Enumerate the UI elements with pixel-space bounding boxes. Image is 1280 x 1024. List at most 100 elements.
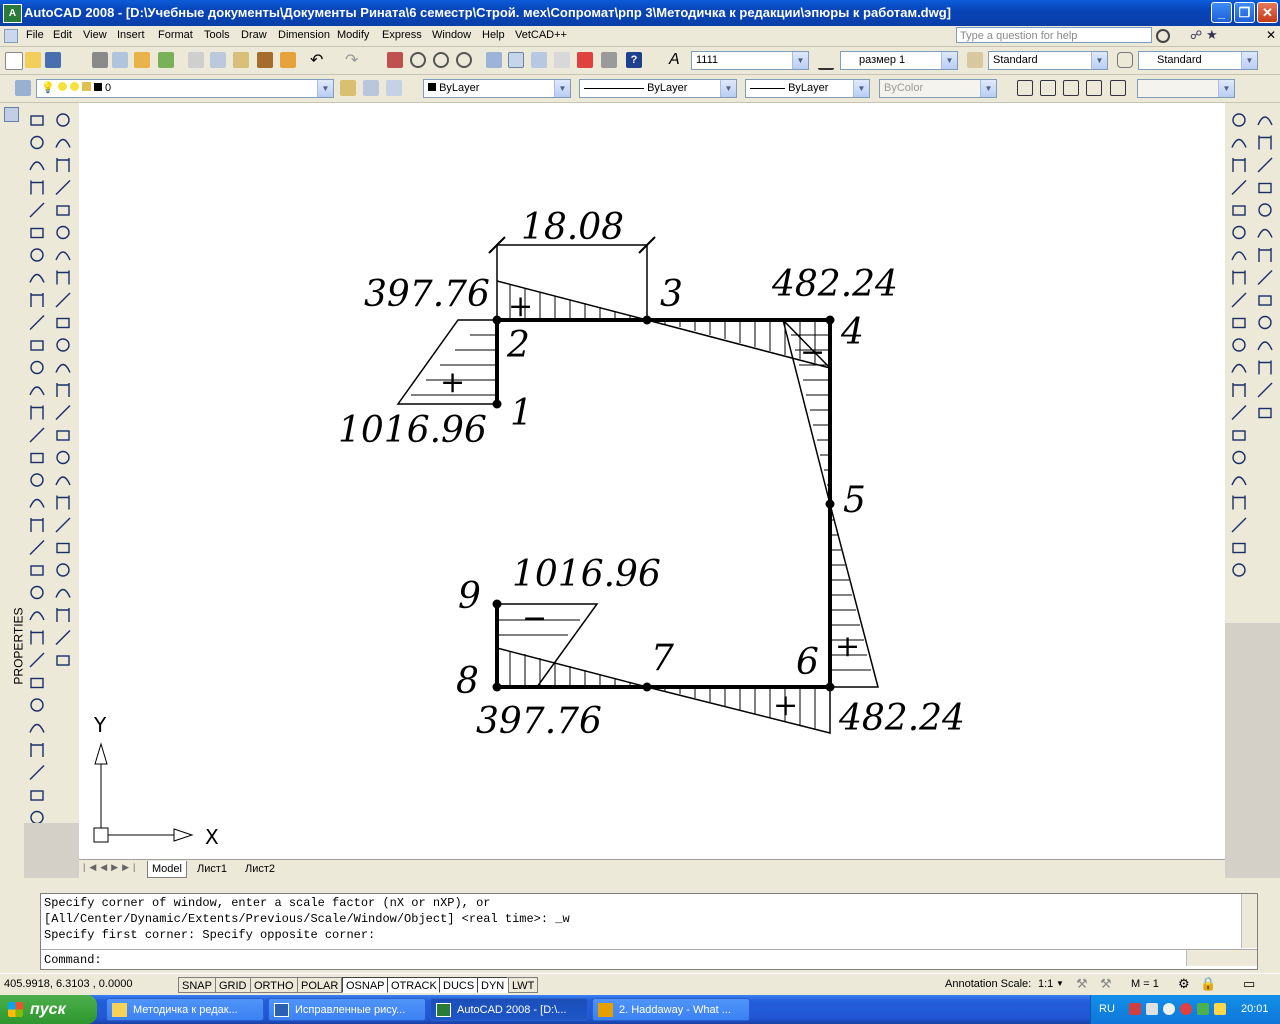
opera-icon[interactable] xyxy=(1180,1003,1192,1015)
otrack-toggle[interactable]: OTRACK xyxy=(387,977,441,993)
palette-icon[interactable] xyxy=(4,107,19,122)
command-window[interactable]: Specify corner of window, enter a scale … xyxy=(40,893,1258,970)
chevron-down-icon[interactable]: ▼ xyxy=(554,80,570,97)
ucs-icon[interactable] xyxy=(1257,382,1273,398)
chevron-down-icon[interactable]: ▼ xyxy=(1218,80,1234,97)
dim-aligned-icon[interactable] xyxy=(30,677,44,689)
ucs-view-icon[interactable] xyxy=(1258,360,1272,375)
zoom-realtime-icon[interactable] xyxy=(410,52,426,68)
chevron-down-icon[interactable]: ▼ xyxy=(720,80,736,97)
polygonal-viewport-icon[interactable] xyxy=(1063,80,1079,96)
viewport-freeze-icon[interactable] xyxy=(69,82,79,91)
arc-icon[interactable] xyxy=(56,225,70,240)
properties-palette-strip[interactable]: PROPERTIES xyxy=(0,103,26,883)
zoom-window-icon[interactable] xyxy=(433,52,449,68)
copy-object-icon[interactable] xyxy=(1232,495,1246,510)
lock-icon[interactable]: 🔒 xyxy=(1200,976,1216,992)
offset-icon[interactable] xyxy=(1232,542,1246,554)
ucs-view-icon[interactable] xyxy=(1257,228,1273,238)
tab-sheet2[interactable]: Лист2 xyxy=(241,861,279,877)
command-prompt[interactable]: Command: xyxy=(44,953,102,967)
dim-diameter-icon[interactable] xyxy=(30,585,44,600)
cloud-icon[interactable] xyxy=(56,270,70,285)
menu-draw[interactable]: Draw xyxy=(241,29,267,41)
dim-style-icon[interactable] xyxy=(818,52,834,70)
copy-icon[interactable] xyxy=(210,52,226,68)
chevron-down-icon[interactable]: ▼ xyxy=(1056,979,1064,988)
menu-dimension[interactable]: Dimension xyxy=(278,29,330,41)
ucs-world-icon[interactable] xyxy=(1258,135,1272,150)
erase-icon[interactable] xyxy=(1231,476,1247,486)
dim-angular-icon[interactable] xyxy=(29,611,45,621)
block-editor-icon[interactable] xyxy=(280,52,296,68)
task-autocad[interactable]: AutoCAD 2008 - [D:\... xyxy=(430,998,588,1021)
m-value[interactable]: M = 1 xyxy=(1131,978,1159,990)
maximize-button[interactable]: ❐ xyxy=(1234,2,1255,23)
mirror-icon[interactable] xyxy=(1232,158,1246,172)
coordinates-readout[interactable]: 405.9918, 6.3103 , 0.0000 xyxy=(4,978,132,990)
rectangle-icon[interactable] xyxy=(56,542,70,554)
title-bar[interactable]: A AutoCAD 2008 - [D:\Учебные документы\Д… xyxy=(0,0,1280,26)
settings-icon[interactable]: ⚙ xyxy=(1178,976,1190,992)
table-style-select[interactable]: Standard ▼ xyxy=(988,51,1108,70)
doc-close-icon[interactable]: ✕ xyxy=(1266,28,1276,42)
autoscale-icon[interactable]: ⚒ xyxy=(1100,976,1112,992)
make-current-layer-icon[interactable] xyxy=(340,80,356,96)
mtext-icon[interactable] xyxy=(56,430,70,441)
design-center-icon[interactable] xyxy=(508,52,524,68)
markup-icon[interactable] xyxy=(577,52,593,68)
color-select[interactable]: ByLayer ▼ xyxy=(423,79,571,98)
erase-icon[interactable] xyxy=(1232,113,1246,127)
qnew-icon[interactable] xyxy=(5,52,23,70)
sun-icon[interactable] xyxy=(57,82,67,91)
rotate-icon[interactable] xyxy=(1231,251,1247,261)
array-icon[interactable] xyxy=(1232,205,1246,216)
construction-line-icon[interactable] xyxy=(55,138,71,148)
annotation-visibility-icon[interactable]: ⚒ xyxy=(1076,976,1088,992)
dim-radius-icon[interactable] xyxy=(30,743,44,757)
dim-diameter-icon[interactable] xyxy=(30,405,44,420)
fillet-icon[interactable] xyxy=(1232,430,1246,441)
ucs-origin-icon[interactable] xyxy=(1258,295,1272,306)
ucs-zaxis-icon[interactable] xyxy=(1258,182,1272,194)
array-icon[interactable] xyxy=(1232,563,1246,577)
polygon-icon[interactable] xyxy=(55,180,71,195)
drawing-canvas[interactable]: + + − + − + 18.08 397.76 1016.96 482.24 … xyxy=(79,103,1225,859)
dim-ordinate-icon[interactable] xyxy=(29,723,45,733)
tab-scroll-arrows[interactable]: |◀◀▶▶| xyxy=(83,862,139,873)
task-folder[interactable]: Методичка к редак... xyxy=(106,998,264,1021)
document-icon[interactable] xyxy=(4,29,18,43)
tray-app-icon[interactable] xyxy=(1163,1003,1175,1015)
clean-screen-icon[interactable]: ▭ xyxy=(1243,976,1255,992)
single-viewport-icon[interactable] xyxy=(1040,80,1056,96)
volume-icon[interactable] xyxy=(1146,1003,1158,1015)
help-icon[interactable]: ? xyxy=(626,52,642,68)
publish-icon[interactable] xyxy=(134,52,150,68)
point-icon[interactable] xyxy=(55,363,71,373)
dim-baseline-icon[interactable] xyxy=(29,273,45,283)
table-style-icon[interactable] xyxy=(967,52,983,68)
viewport-scale-select[interactable]: ▼ xyxy=(1137,79,1235,98)
linetype-select[interactable]: ByLayer ▼ xyxy=(579,79,737,98)
dim-linear-icon[interactable] xyxy=(30,293,44,307)
clip-viewport-icon[interactable] xyxy=(1086,80,1102,96)
menu-express[interactable]: Express xyxy=(382,29,422,41)
dim-ordinate-icon[interactable] xyxy=(30,180,44,195)
plot-preview-icon[interactable] xyxy=(112,52,128,68)
stretch-icon[interactable] xyxy=(1231,292,1247,308)
communication-center-icon[interactable]: ☍ xyxy=(1190,28,1202,42)
trim-icon[interactable] xyxy=(1232,317,1246,329)
ellipse-icon[interactable] xyxy=(56,317,70,329)
explode-icon[interactable] xyxy=(1232,450,1246,465)
chevron-down-icon[interactable]: ▼ xyxy=(1241,52,1257,69)
construction-line-icon[interactable] xyxy=(55,476,71,486)
minimize-button[interactable]: _ xyxy=(1211,2,1232,23)
osnap-toggle[interactable]: OSNAP xyxy=(342,977,389,993)
antivirus-icon[interactable] xyxy=(1197,1003,1209,1015)
network-icon[interactable] xyxy=(1129,1003,1141,1015)
polyline-icon[interactable] xyxy=(56,495,70,510)
tool-palettes-icon[interactable] xyxy=(531,52,547,68)
lwt-toggle[interactable]: LWT xyxy=(508,977,539,993)
dim-radius-icon[interactable] xyxy=(30,565,44,576)
spline-icon[interactable] xyxy=(55,630,71,645)
